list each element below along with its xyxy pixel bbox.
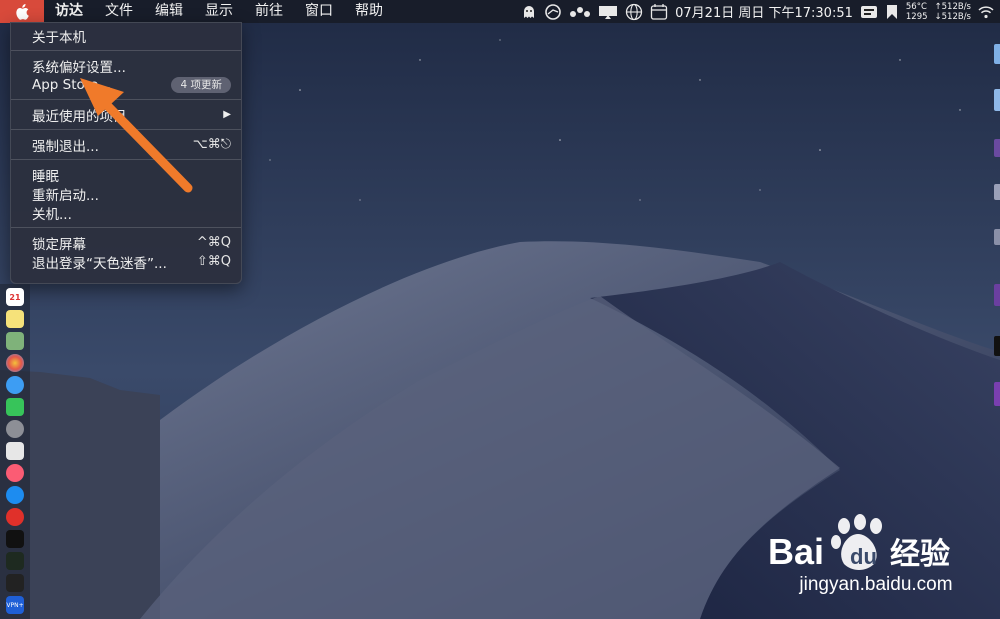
temperature-text: 56°C [905, 1, 927, 12]
calendar-icon[interactable] [650, 0, 668, 23]
desktop-file-icon[interactable] [994, 229, 1000, 245]
apple-menu-button[interactable] [0, 0, 44, 23]
keynote-app-icon[interactable] [6, 442, 24, 460]
menu-view[interactable]: 显示 [194, 0, 244, 23]
vpn-app-icon[interactable]: VPN+ [6, 596, 24, 614]
menu-separator [11, 227, 241, 228]
svg-text:du: du [850, 544, 877, 569]
photos-app-icon[interactable] [6, 354, 24, 372]
fan-speed-text: 1295 [905, 11, 928, 22]
menu-item-about[interactable]: 关于本机 [11, 26, 241, 46]
menu-item-restart[interactable]: 重新启动... [11, 184, 241, 204]
wifi-icon[interactable] [978, 0, 994, 23]
svg-text:Bai: Bai [768, 531, 824, 572]
menu-file[interactable]: 文件 [94, 0, 144, 23]
menu-separator [11, 129, 241, 130]
ghost-icon[interactable] [521, 0, 537, 23]
messages-app-icon[interactable] [6, 376, 24, 394]
vpn-label: VPN+ [6, 601, 24, 609]
menu-separator [11, 99, 241, 100]
menu-item-lock-screen[interactable]: 锁定屏幕 ^⌘Q [11, 233, 241, 253]
input-method-icon[interactable] [860, 0, 878, 23]
console-app-icon[interactable] [6, 574, 24, 592]
updates-badge: 4 项更新 [171, 76, 231, 93]
network-readout[interactable]: ↑512B/s ↓512B/s [935, 2, 971, 22]
baidu-watermark: Bai du 经验 jingyan.baidu.com [766, 512, 986, 602]
menu-item-shutdown[interactable]: 关机... [11, 203, 241, 223]
calendar-app-icon[interactable]: 21 [6, 288, 24, 306]
desktop-folder-icon[interactable] [994, 89, 1000, 111]
baidu-paw-logo-icon: Bai du 经验 [768, 514, 950, 572]
desktop-folder-icon[interactable] [994, 44, 1000, 64]
terminal-app-icon[interactable] [6, 530, 24, 548]
menu-separator [11, 159, 241, 160]
menu-finder[interactable]: 访达 [44, 0, 94, 23]
menu-go[interactable]: 前往 [244, 0, 294, 23]
apple-menu-dropdown: 关于本机 系统偏好设置... App Store... 4 项更新 最近使用的项… [10, 22, 242, 284]
menu-separator [11, 50, 241, 51]
sensor-readout[interactable]: 56°C 1295 [906, 2, 928, 22]
menu-item-logout[interactable]: 退出登录“天色迷香”... ⇧⌘Q [11, 252, 241, 272]
watermark-url: jingyan.baidu.com [799, 574, 953, 595]
activity-monitor-app-icon[interactable] [6, 552, 24, 570]
menu-item-label: 睡眠 [32, 168, 59, 185]
menu-item-label: 关机... [32, 206, 72, 223]
shortcut-label: ⇧⌘Q [196, 254, 231, 269]
menu-item-app-store[interactable]: App Store... 4 项更新 [11, 75, 241, 94]
menu-item-recent-items[interactable]: 最近使用的项目 ▶ [11, 105, 241, 125]
vivaldi-app-icon[interactable] [6, 508, 24, 526]
menu-help[interactable]: 帮助 [344, 0, 394, 23]
svg-text:经验: 经验 [890, 537, 950, 572]
menu-edit[interactable]: 编辑 [144, 0, 194, 23]
calendar-day-text: 21 [9, 292, 21, 302]
menu-item-force-quit[interactable]: 强制退出... ⌥⌘⎋ [11, 135, 241, 155]
display-icon[interactable] [598, 0, 618, 23]
shortcut-label: ⌥⌘⎋ [192, 137, 231, 152]
menu-item-label: App Store... [32, 76, 112, 93]
menu-bar: 访达 文件 编辑 显示 前往 窗口 帮助 07月21日 周日 下午17:30:5… [0, 0, 1000, 23]
sync-icon[interactable] [544, 0, 562, 23]
submenu-arrow-icon: ▶ [223, 109, 231, 120]
menu-item-label: 重新启动... [32, 187, 99, 204]
menu-item-sleep[interactable]: 睡眠 [11, 165, 241, 185]
menu-item-label: 强制退出... [32, 138, 99, 155]
facetime-app-icon[interactable] [6, 398, 24, 416]
app-store-app-icon[interactable] [6, 486, 24, 504]
download-rate-text: ↓512B/s [934, 11, 971, 22]
upload-rate-text: ↑512B/s [934, 1, 971, 12]
globe-icon[interactable] [625, 0, 643, 23]
menu-item-label: 系统偏好设置... [32, 59, 126, 76]
system-preferences-app-icon[interactable] [6, 420, 24, 438]
desktop-icons-edge [992, 24, 1000, 444]
menu-window[interactable]: 窗口 [294, 0, 344, 23]
menu-item-label: 退出登录“天色迷香”... [32, 255, 167, 272]
desktop-file-icon[interactable] [994, 139, 1000, 157]
dots-icon[interactable] [569, 0, 591, 23]
desktop-file-icon[interactable] [994, 336, 1000, 356]
desktop-file-icon[interactable] [994, 382, 1000, 406]
menu-item-label: 关于本机 [32, 29, 86, 46]
apple-logo-icon [16, 3, 29, 20]
notes-app-icon[interactable] [6, 310, 24, 328]
desktop-file-icon[interactable] [994, 184, 1000, 200]
status-area: 07月21日 周日 下午17:30:51 56°C 1295 ↑512B/s ↓… [521, 0, 1000, 23]
maps-app-icon[interactable] [6, 332, 24, 350]
clock-text[interactable]: 07月21日 周日 下午17:30:51 [675, 2, 853, 21]
bookmark-icon[interactable] [885, 0, 899, 23]
menu-item-label: 最近使用的项目 [32, 108, 127, 125]
shortcut-label: ^⌘Q [196, 235, 231, 250]
desktop-file-icon[interactable] [994, 284, 1000, 306]
menu-item-label: 锁定屏幕 [32, 236, 86, 253]
music-app-icon[interactable] [6, 464, 24, 482]
dock: 21 VPN+ [0, 284, 30, 619]
menu-item-system-preferences[interactable]: 系统偏好设置... [11, 56, 241, 76]
